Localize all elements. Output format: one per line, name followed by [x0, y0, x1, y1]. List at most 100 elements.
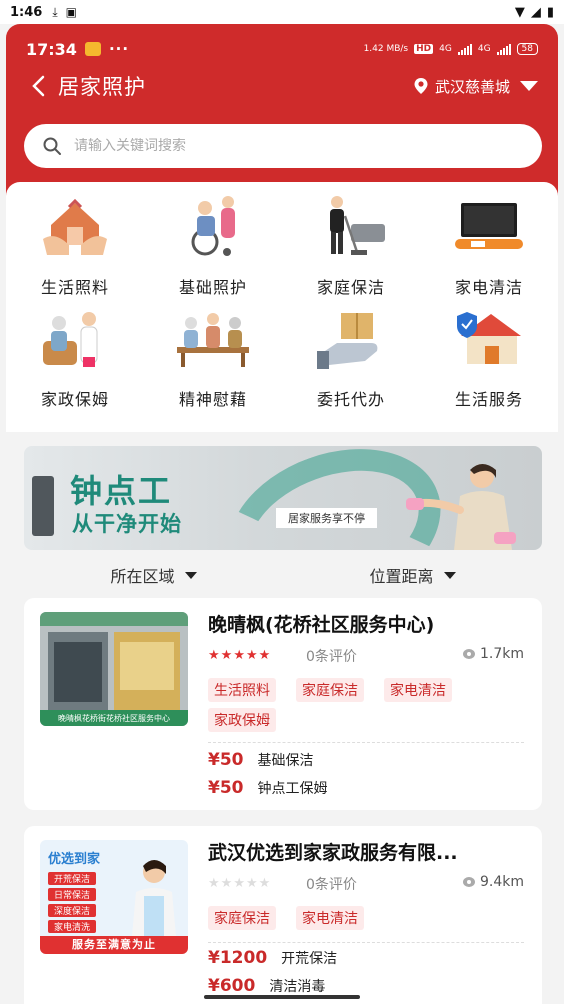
category-label: 家庭保洁 — [316, 278, 385, 297]
signal-icon: ◢ — [530, 4, 541, 20]
signal-bars-1-icon — [457, 43, 472, 55]
promo-banner[interactable]: 钟点工 从干净开始 居家服务享不停 — [24, 446, 542, 550]
rating-stars: ★ ★ ★ ★ ★ — [208, 876, 270, 891]
service-price-row[interactable]: ¥1200 开荒保洁 — [208, 948, 337, 968]
search-input[interactable] — [74, 138, 474, 154]
service-price: ¥50 — [208, 778, 244, 798]
provider-card[interactable]: 优选到家 开荒保洁 日常保洁 深度保洁 家电清洗 服务至满意为止 武汉优选到家家… — [24, 826, 542, 1004]
category-nanny[interactable]: 家政保姆 — [6, 306, 144, 416]
location-label: 武汉慈善城 — [434, 77, 510, 96]
category-label: 生活服务 — [454, 390, 523, 409]
location-dot-icon — [462, 877, 475, 887]
wheelchair-care-icon — [175, 194, 251, 260]
cleaning-icon — [313, 194, 389, 260]
category-label: 生活照料 — [40, 278, 109, 297]
banner-subtitle: 从干净开始 — [72, 512, 182, 536]
search-bar[interactable] — [24, 124, 542, 168]
location-pin-icon — [414, 78, 428, 94]
home-indicator[interactable] — [204, 995, 360, 999]
service-name: 钟点工保姆 — [257, 781, 328, 797]
banner-title: 钟点工 — [70, 472, 173, 510]
service-tag: 生活照料 — [208, 678, 276, 702]
review-count: 0条评价 — [306, 877, 357, 893]
service-price: ¥1200 — [208, 948, 268, 968]
service-tag: 家庭保洁 — [208, 906, 276, 930]
star-empty-icon: ★ — [258, 876, 271, 891]
divider — [208, 942, 524, 943]
star-empty-icon: ★ — [245, 876, 258, 891]
service-name: 清洁消毒 — [269, 979, 326, 995]
delivery-hand-icon — [313, 306, 389, 372]
service-tag: 家电清洁 — [296, 906, 364, 930]
category-basic-care[interactable]: 基础照护 — [144, 194, 282, 304]
provider-card[interactable]: 晚晴枫花桥街花桥社区服务中心 晚晴枫(花桥社区服务中心) ★ ★ ★ ★ ★ 0… — [24, 598, 542, 810]
nanny-icon — [37, 306, 113, 372]
category-life-services[interactable]: 生活服务 — [420, 306, 558, 416]
service-tag: 家电清洁 — [384, 678, 452, 702]
category-appliance-cleaning[interactable]: 家电清洁 — [420, 194, 558, 304]
service-name: 基础保洁 — [257, 753, 314, 769]
back-button[interactable] — [26, 74, 50, 98]
category-grid: 生活照料 基础照护 家庭保洁 家电清洁 家政保姆 精神慰藉 委托代办 生活服务 — [6, 182, 558, 432]
note-icon — [84, 42, 101, 56]
provider-thumbnail: 优选到家 开荒保洁 日常保洁 深度保洁 家电清洗 服务至满意为止 — [40, 840, 188, 954]
star-filled-icon: ★ — [258, 648, 271, 663]
provider-name[interactable]: 晚晴枫(花桥社区服务中心) — [208, 610, 528, 637]
service-price: ¥600 — [208, 976, 256, 996]
signal-bars-2-icon — [496, 43, 511, 55]
nav-bar: 居家照护 武汉慈善城 — [26, 66, 538, 106]
category-label: 基础照护 — [178, 278, 247, 297]
location-selector[interactable]: 武汉慈善城 — [413, 76, 538, 97]
star-filled-icon: ★ — [208, 648, 220, 663]
category-label: 委托代办 — [316, 390, 385, 409]
service-tag: 家庭保洁 — [296, 678, 364, 702]
net-type-2: 4G — [477, 44, 491, 54]
service-price-row[interactable]: ¥600 清洁消毒 — [208, 976, 325, 996]
distance-filter[interactable]: 位置距离 — [283, 558, 542, 592]
thumbnail-brand: 优选到家 — [48, 852, 101, 867]
battery-icon: ▮ — [546, 4, 554, 20]
storefront-image — [40, 612, 188, 726]
category-home-cleaning[interactable]: 家庭保洁 — [282, 194, 420, 304]
category-spiritual-comfort[interactable]: 精神慰藉 — [144, 306, 282, 416]
thumbnail-item: 家电清洗 — [48, 920, 97, 933]
caret-down-icon — [443, 571, 456, 579]
provider-name[interactable]: 武汉优选到家家政服务有限... — [208, 838, 528, 865]
app-notification-icon: ▣ — [65, 5, 77, 19]
divider — [208, 742, 524, 743]
thumbnail-service-list: 开荒保洁 日常保洁 深度保洁 家电清洗 — [48, 872, 97, 933]
review-count: 0条评价 — [306, 649, 357, 665]
area-filter[interactable]: 所在区域 — [24, 558, 283, 592]
service-tag: 家政保姆 — [208, 708, 276, 732]
inner-status-bar: 17:34 ··· 1.42 MB/s HD 4G 4G 58 — [26, 38, 538, 60]
inner-battery: 58 — [516, 43, 538, 55]
system-indicators: ▼ ◢ ▮ — [515, 5, 554, 20]
category-label: 精神慰藉 — [178, 390, 247, 409]
search-icon — [43, 137, 61, 155]
category-label: 家电清洁 — [454, 278, 523, 297]
category-label: 家政保姆 — [40, 390, 109, 409]
caret-down-icon — [184, 571, 197, 579]
download-icon: ⤓ — [52, 4, 58, 19]
cleaner-woman-image — [406, 464, 516, 550]
home-shield-icon — [451, 306, 527, 372]
system-time: 1:46 — [10, 4, 43, 20]
service-price-row[interactable]: ¥50 钟点工保姆 — [208, 778, 328, 798]
distance-value: 1.7km — [479, 646, 524, 662]
provider-thumbnail: 晚晴枫花桥街花桥社区服务中心 — [40, 612, 188, 726]
housekeeper-image — [132, 860, 176, 936]
tv-icon — [451, 194, 527, 260]
distance-filter-label: 位置距离 — [369, 567, 434, 586]
service-price-row[interactable]: ¥50 基础保洁 — [208, 750, 314, 770]
star-empty-icon: ★ — [208, 876, 220, 891]
more-notifications-icon: ··· — [108, 40, 130, 58]
net-speed: 1.42 MB/s — [363, 44, 409, 54]
category-errand[interactable]: 委托代办 — [282, 306, 420, 416]
distance-value: 9.4km — [479, 874, 524, 890]
category-life-care[interactable]: 生活照料 — [6, 194, 144, 304]
area-filter-label: 所在区域 — [110, 567, 175, 586]
distance: 9.4km — [462, 874, 524, 890]
house-hands-icon — [37, 194, 113, 260]
thumbnail-caption: 晚晴枫花桥街花桥社区服务中心 — [58, 714, 170, 723]
wifi-icon: ▼ — [514, 4, 525, 20]
